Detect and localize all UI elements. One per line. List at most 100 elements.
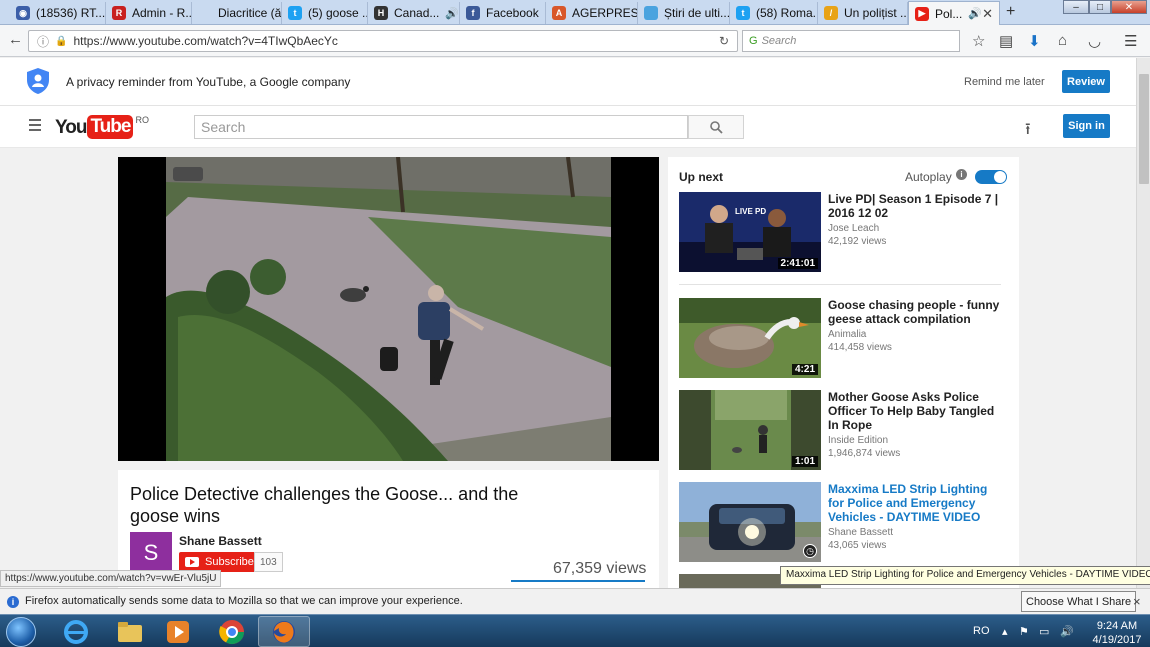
video-thumbnail[interactable]: LIVE PD 2:41:01 (679, 192, 821, 272)
watch-later-icon[interactable]: ◷ (803, 544, 817, 558)
shield-icon (27, 68, 49, 94)
tab-favicon-icon (644, 6, 658, 20)
channel-name[interactable]: Shane Bassett (179, 534, 262, 548)
video-frame (118, 157, 659, 461)
video-player[interactable] (118, 157, 659, 461)
youtube-logo[interactable]: You Tube RO (55, 115, 149, 139)
review-button[interactable]: Review (1062, 70, 1110, 93)
sign-in-button[interactable]: Sign in (1063, 114, 1110, 138)
logo-region: RO (135, 115, 149, 125)
back-arrow-icon[interactable]: ← (8, 31, 23, 48)
video-thumbnail[interactable]: 1:01 (679, 390, 821, 470)
browser-tab[interactable]: H Canad... 🔊 (368, 2, 460, 24)
browser-search-input[interactable]: G Search (742, 30, 960, 52)
channel-avatar[interactable]: S (130, 532, 172, 574)
internet-explorer-icon[interactable] (50, 616, 102, 647)
clock[interactable]: 9:24 AM 4/19/2017 (1092, 619, 1142, 647)
video-card-title[interactable]: Maxxima LED Strip Lighting for Police an… (828, 482, 1006, 524)
language-indicator[interactable]: RO (973, 625, 990, 637)
flag-icon[interactable]: ⚑ (1019, 625, 1029, 638)
tab-label: Facebook (486, 6, 539, 20)
video-card-title[interactable]: Mother Goose Asks Police Officer To Help… (828, 390, 1006, 432)
video-duration: 1:01 (791, 456, 818, 467)
reload-icon[interactable]: ↻ (719, 34, 729, 48)
video-duration: 2:41:01 (777, 258, 818, 269)
close-tab-icon[interactable]: ✕ (982, 6, 993, 22)
twitter-icon: t (736, 6, 750, 20)
video-card[interactable]: LIVE PD 2:41:01 Live PD| Season 1 Episod… (679, 192, 1009, 272)
twitter-icon: t (288, 6, 302, 20)
youtube-search-input[interactable]: Search (194, 115, 688, 139)
browser-tab[interactable]: Știri de ulti... (638, 2, 730, 24)
choose-what-i-share-button[interactable]: Choose What I Share (1021, 591, 1137, 612)
speaker-icon[interactable]: 🔊 (445, 7, 459, 20)
close-icon[interactable]: × (1133, 594, 1141, 609)
subscribe-button[interactable]: Subscribe (179, 552, 260, 572)
firefox-icon[interactable] (258, 616, 310, 647)
facebook-icon: f (466, 6, 480, 20)
video-card-views: 414,458 views (828, 342, 892, 353)
search-engine-icon[interactable]: G (749, 35, 758, 47)
browser-tab-active[interactable]: ▶ Pol... 🔊 ✕ (908, 1, 1000, 25)
tab-favicon-icon: A (552, 6, 566, 20)
guide-menu-icon[interactable] (29, 119, 41, 134)
chrome-icon[interactable] (206, 616, 258, 647)
notification-text: Firefox automatically sends some data to… (25, 595, 463, 607)
tab-favicon-icon: R (112, 6, 126, 20)
clock-date: 4/19/2017 (1092, 634, 1142, 646)
youtube-play-icon (185, 557, 199, 567)
video-card[interactable]: 4:21 Goose chasing people - funny geese … (679, 298, 1009, 378)
video-card-title[interactable]: Live PD| Season 1 Episode 7 | 2016 12 02 (828, 192, 1006, 220)
browser-tab[interactable]: ◉ (18536) RT... (10, 2, 106, 24)
video-card[interactable]: ◷ Maxxima LED Strip Lighting for Police … (679, 482, 1009, 562)
media-player-icon[interactable] (152, 616, 204, 647)
up-next-heading: Up next (679, 170, 724, 184)
tab-favicon-icon: / (824, 6, 838, 20)
privacy-banner: A privacy reminder from YouTube, a Googl… (0, 58, 1136, 106)
page-scrollbar[interactable] (1136, 58, 1150, 588)
volume-icon[interactable]: 🔊 (1060, 625, 1074, 638)
pocket-icon[interactable]: ◡ (1088, 32, 1101, 50)
scrollbar-thumb[interactable] (1139, 74, 1149, 184)
speaker-icon[interactable]: 🔊 (968, 7, 982, 20)
clock-time: 9:24 AM (1096, 620, 1138, 632)
close-window-button[interactable]: ✕ (1111, 0, 1147, 14)
search-button[interactable] (688, 115, 744, 139)
tab-favicon-icon (198, 6, 212, 20)
browser-tab[interactable]: t (58) Roma... (730, 2, 818, 24)
browser-tab[interactable]: / Un polițist ... (818, 2, 908, 24)
tab-favicon-icon: ◉ (16, 6, 30, 20)
network-icon[interactable]: ▭ (1039, 625, 1049, 638)
download-icon[interactable]: ⬇ (1028, 32, 1041, 50)
tray-expand-icon[interactable]: ▴ (1002, 625, 1008, 638)
reading-list-icon[interactable]: ▤ (999, 32, 1013, 50)
video-card-channel: Animalia (828, 329, 867, 340)
tab-label: Un polițist ... (844, 6, 908, 20)
browser-tab[interactable]: f Facebook (460, 2, 546, 24)
menu-icon[interactable]: ☰ (1124, 32, 1137, 50)
new-tab-icon[interactable]: + (1006, 3, 1015, 21)
maximize-window-button[interactable]: □ (1089, 0, 1111, 14)
minimize-window-button[interactable]: – (1063, 0, 1089, 14)
start-button[interactable] (6, 617, 36, 647)
video-thumbnail[interactable]: ◷ (679, 482, 821, 562)
bookmark-star-icon[interactable]: ☆ (972, 32, 985, 50)
browser-tab[interactable]: t (5) goose ... (282, 2, 368, 24)
remind-later-button[interactable]: Remind me later (964, 76, 1045, 88)
browser-tab[interactable]: A AGERPRES... (546, 2, 638, 24)
upload-icon[interactable]: ⭱ (1025, 118, 1031, 145)
browser-tab[interactable]: R Admin - R... (106, 2, 192, 24)
url-text: https://www.youtube.com/watch?v=4TIwQbAe… (73, 34, 338, 48)
url-bar[interactable]: ⓘ 🔒 https://www.youtube.com/watch?v=4TIw… (28, 30, 738, 52)
autoplay-toggle[interactable] (975, 170, 1007, 184)
home-icon[interactable]: ⌂ (1058, 32, 1067, 49)
tab-label: (18536) RT... (36, 6, 106, 20)
video-card[interactable]: 1:01 Mother Goose Asks Police Officer To… (679, 390, 1009, 470)
info-icon[interactable]: ⓘ (37, 33, 49, 50)
tooltip: Maxxima LED Strip Lighting for Police an… (780, 566, 1150, 585)
video-thumbnail[interactable]: 4:21 (679, 298, 821, 378)
info-icon[interactable]: i (956, 169, 967, 180)
video-card-title[interactable]: Goose chasing people - funny geese attac… (828, 298, 1006, 326)
file-explorer-icon[interactable] (104, 616, 156, 647)
browser-tab[interactable]: Diacritice (ăâîș... (192, 2, 282, 24)
